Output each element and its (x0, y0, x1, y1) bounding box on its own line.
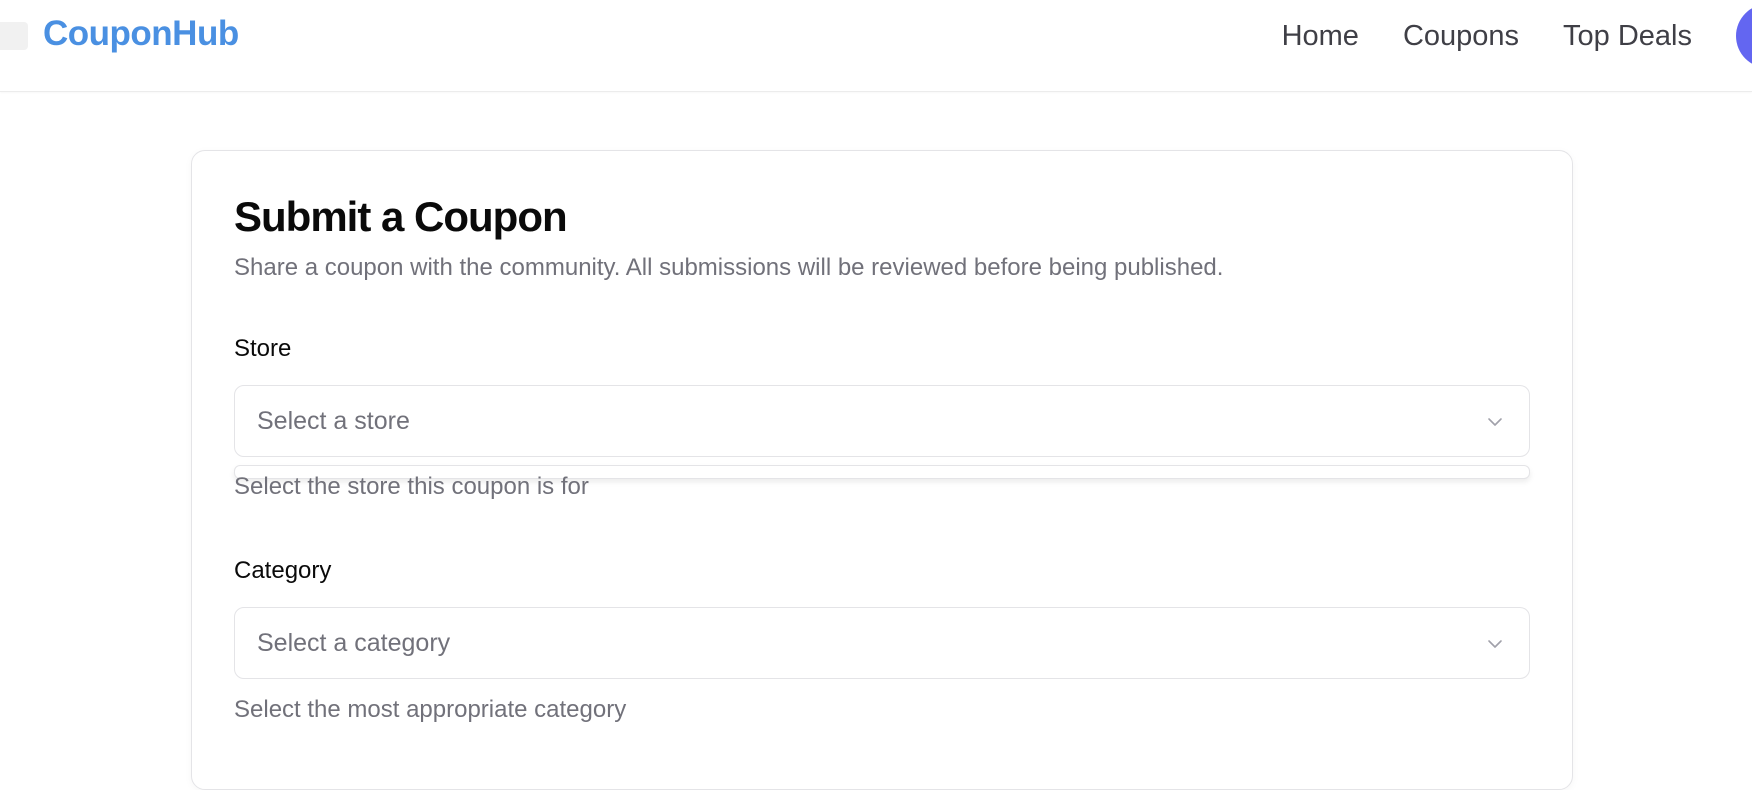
user-avatar[interactable]: nepq (1736, 4, 1752, 68)
category-help-text: Select the most appropriate category (234, 696, 627, 723)
category-select[interactable]: Select a category (234, 607, 1530, 679)
submit-coupon-card: Submit a Coupon Share a coupon with the … (191, 150, 1573, 790)
chevron-down-icon (1488, 640, 1502, 648)
store-label: Store (234, 335, 292, 362)
category-select-placeholder: Select a category (257, 628, 451, 657)
main-nav: Home Coupons Top Deals nepq (1282, 0, 1752, 72)
brand-logo-link[interactable]: CouponHub (43, 14, 239, 54)
category-label: Category (234, 557, 332, 584)
nav-link-home[interactable]: Home (1282, 20, 1359, 53)
top-navigation-bar: CouponHub Home Coupons Top Deals nepq (0, 0, 1752, 92)
nav-link-coupons[interactable]: Coupons (1403, 20, 1519, 53)
nav-link-top-deals[interactable]: Top Deals (1563, 20, 1692, 53)
store-select-placeholder: Select a store (257, 406, 410, 435)
page-subtitle: Share a coupon with the community. All s… (234, 254, 1224, 281)
page-title: Submit a Coupon (234, 193, 568, 240)
store-help-text: Select the store this coupon is for (234, 473, 589, 500)
store-select[interactable]: Select a store (234, 385, 1530, 457)
menu-icon[interactable] (0, 22, 28, 50)
chevron-down-icon (1488, 418, 1502, 426)
